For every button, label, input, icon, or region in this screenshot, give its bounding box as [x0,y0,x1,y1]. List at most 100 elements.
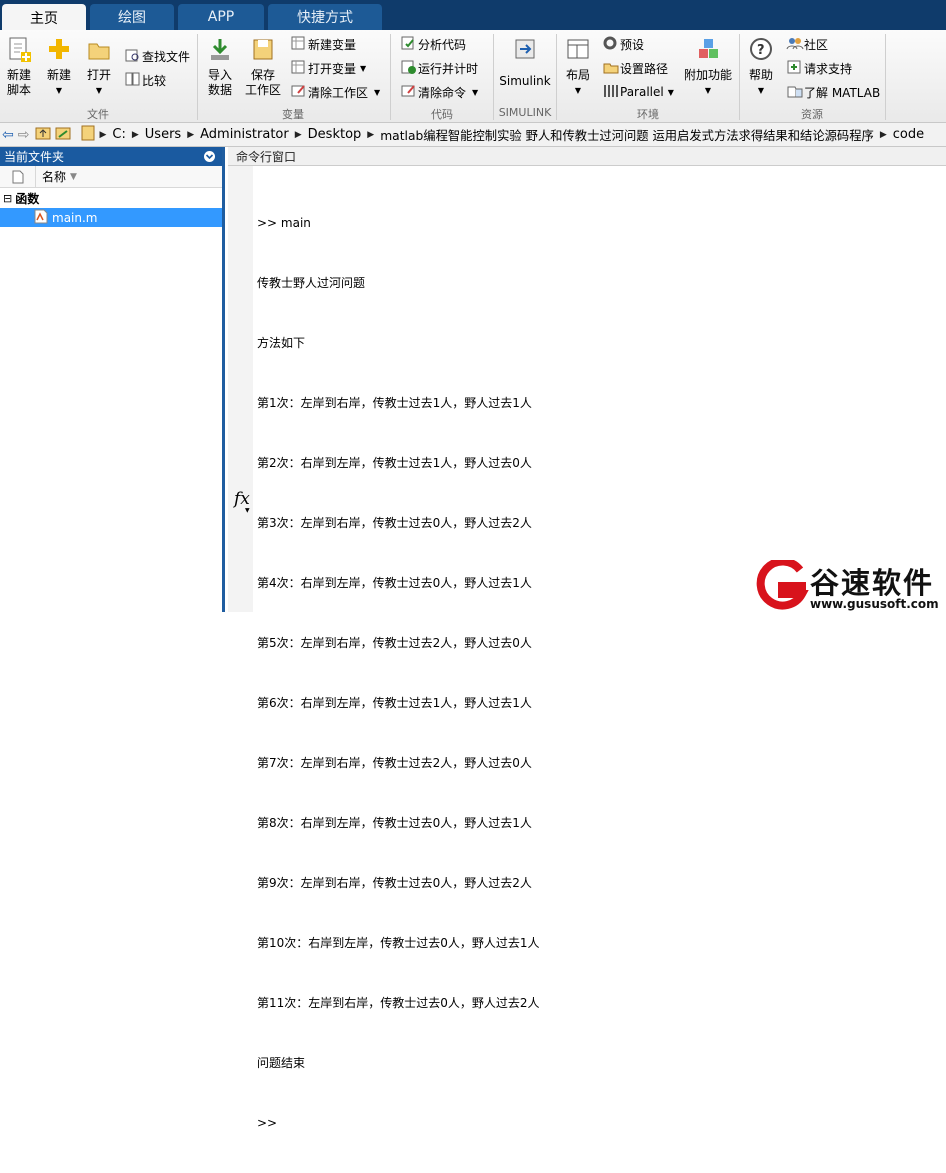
watermark-name: 谷速软件 [810,566,935,600]
path-separator-icon: ▶ [187,129,195,140]
help-dropdown-icon: ▼ [757,86,765,95]
clear-workspace-label: 清除工作区 [308,85,369,100]
help-button[interactable]: ? 帮助 ▼ [744,36,778,98]
clear-commands-dropdown-icon: ▼ [472,87,479,97]
import-data-button[interactable]: 导入 数据 [204,36,236,98]
help-icon: ? [748,36,774,68]
save-label-1: 保存 [250,68,275,82]
clear-commands-button[interactable]: 清除命令 ▼ [400,82,478,102]
file-group-label: 文件 [87,108,109,121]
current-folder-panel: 当前文件夹 名称 ▼ ⊟ 函数 main.m [0,147,225,612]
function-browser-icon[interactable]: fx [234,489,250,509]
path-separator-icon: ▶ [367,129,375,140]
tab-shortcuts[interactable]: 快捷方式 [268,4,382,30]
open-variable-dropdown-icon: ▼ [360,63,367,73]
command-output: >> main 传教士野人过河问题 方法如下 第1次：左岸到右岸，传教士过去1人… [257,173,540,1173]
analyze-code-label: 分析代码 [418,37,467,52]
add-ons-label: 附加功能 [684,68,733,82]
path-separator-icon: ▶ [294,129,302,140]
output-line: 第11次：左岸到右岸，传教士过去0人，野人过去2人 [257,996,540,1010]
compare-label: 比较 [142,73,167,88]
community-button[interactable]: 社区 [786,34,828,54]
name-column-header[interactable]: 名称 [42,168,66,185]
functions-group-row[interactable]: ⊟ 函数 [0,188,222,208]
path-crumb-code[interactable]: code [893,127,924,142]
path-crumb-administrator[interactable]: Administrator [200,127,289,142]
environment-group-label: 环境 [637,108,659,121]
import-label-2: 数据 [207,83,232,97]
path-separator-icon: ▶ [879,129,887,140]
output-line: 第4次：右岸到左岸，传教士过去0人，野人过去1人 [257,576,532,590]
sort-arrow-icon: ▼ [70,171,77,182]
add-ons-button[interactable]: 附加功能 ▼ [684,36,732,98]
run-and-time-button[interactable]: 运行并计时 [400,58,478,78]
new-script-button[interactable]: 新建 脚本 [2,36,36,98]
learn-matlab-button[interactable]: 了解 MATLAB [786,82,880,102]
file-name: main.m [52,210,98,225]
file-type-column-icon[interactable] [0,165,36,188]
current-folder-title: 当前文件夹 [4,150,65,164]
variable-group-label: 变量 [282,108,304,121]
find-files-button[interactable]: 查找文件 [124,46,190,66]
path-crumb-project[interactable]: matlab编程智能控制实验 野人和传教士过河问题 运用启发式方法求得结果和结论… [380,126,874,144]
support-icon [786,59,804,78]
watermark-logo-icon [752,557,810,613]
clear-workspace-dropdown-icon: ▼ [374,87,381,97]
path-crumb-users[interactable]: Users [145,127,181,142]
new-button[interactable]: 新建 ▼ [42,36,76,98]
open-variable-button[interactable]: 打开变量 ▼ [290,58,366,78]
clear-commands-label: 清除命令 [418,85,467,100]
forward-arrow-icon[interactable]: ⇨ [18,127,30,143]
browse-folder-icon[interactable] [55,125,71,145]
output-line: 第7次：左岸到右岸，传教士过去2人，野人过去0人 [257,756,532,770]
panel-menu-icon[interactable] [203,150,216,166]
command-window[interactable]: 命令行窗口 fx ▼ >> main 传教士野人过河问题 方法如下 第1次：左岸… [228,147,946,1130]
output-line: 第3次：左岸到右岸，传教士过去0人，野人过去2人 [257,516,532,530]
new-label: 新建 [46,68,71,82]
path-crumb-drive[interactable]: C: [112,127,125,142]
path-crumb-desktop[interactable]: Desktop [308,127,362,142]
analyze-code-button[interactable]: 分析代码 [400,34,466,54]
new-script-icon [6,36,32,68]
output-line: 问题结束 [257,1056,306,1070]
function-browser-dropdown-icon[interactable]: ▼ [245,507,250,514]
simulink-group-label: SIMULINK [498,106,552,119]
request-support-button[interactable]: 请求支持 [786,58,852,78]
parallel-button[interactable]: Parallel ▼ [602,82,674,102]
learn-matlab-label: 了解 MATLAB [804,85,881,100]
collapse-icon[interactable]: ⊟ [3,192,12,205]
tab-plots[interactable]: 绘图 [90,4,174,30]
run-and-time-icon [400,59,418,78]
save-workspace-button[interactable]: 保存 工作区 [242,36,284,98]
compare-button[interactable]: 比较 [124,70,166,90]
up-folder-icon[interactable] [35,125,51,145]
clear-workspace-button[interactable]: 清除工作区 ▼ [290,82,380,102]
layout-button[interactable]: 布局 ▼ [562,36,594,98]
tab-home[interactable]: 主页 [2,4,86,31]
ribbon-separator [556,34,557,120]
command-window-header: 命令行窗口 [228,147,946,166]
tab-apps[interactable]: APP [178,4,264,30]
preferences-button[interactable]: 预设 [602,34,644,54]
set-path-button[interactable]: 设置路径 [602,58,668,78]
save-label-2: 工作区 [244,83,281,97]
find-files-label: 查找文件 [142,49,191,64]
m-file-icon [34,209,48,227]
new-variable-button[interactable]: 新建变量 [290,34,356,54]
open-button[interactable]: 打开 ▼ [82,36,116,98]
new-script-label-2: 脚本 [6,83,31,97]
compare-icon [124,71,142,90]
simulink-button[interactable]: Simulink [498,36,552,89]
simulink-label: Simulink [499,74,551,88]
command-prompt[interactable]: >> [257,1113,540,1133]
resources-group-label: 资源 [801,108,823,121]
file-list-header: 名称 ▼ [0,165,222,188]
address-bar: ⇦ ⇨ ▶ C: ▶ Users ▶ Administrator ▶ Deskt… [0,123,946,147]
preferences-label: 预设 [620,37,645,52]
set-path-icon [602,59,620,78]
back-arrow-icon[interactable]: ⇦ [2,127,14,143]
layout-dropdown-icon: ▼ [574,86,582,95]
file-row-main[interactable]: main.m [0,208,222,227]
community-label: 社区 [804,37,829,52]
folder-open-icon [86,36,112,68]
